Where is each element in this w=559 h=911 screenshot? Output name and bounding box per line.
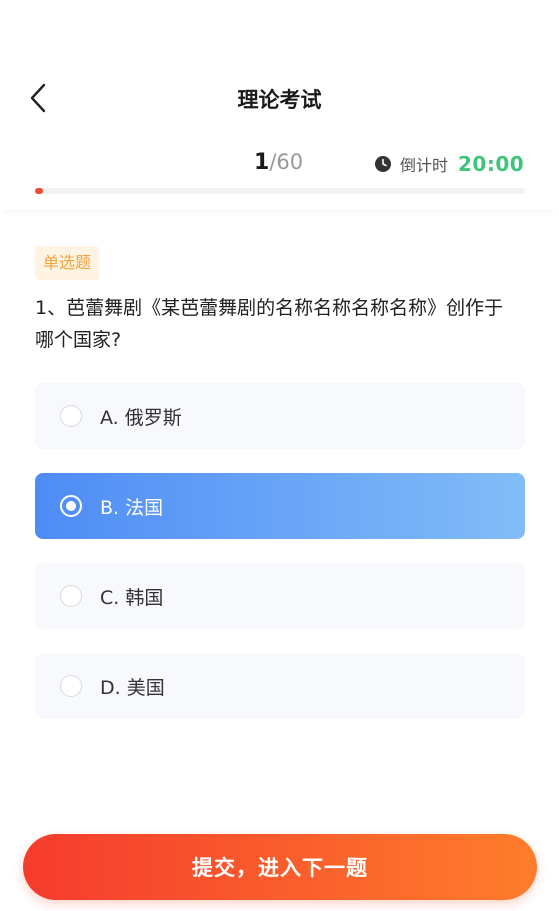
- option-d[interactable]: D. 美国: [35, 653, 525, 719]
- option-label: C. 韩国: [100, 586, 164, 609]
- option-c[interactable]: C. 韩国: [35, 563, 525, 629]
- countdown-timer: 倒计时 20:00: [374, 152, 524, 176]
- radio-icon: [60, 585, 82, 607]
- option-b[interactable]: B. 法国: [35, 473, 525, 539]
- question-text: 1、芭蕾舞剧《某芭蕾舞剧的名称名称名称名称》创作于哪个国家?: [35, 297, 504, 351]
- page-title: 理论考试: [237, 88, 322, 112]
- timer-value: 20:00: [458, 152, 525, 176]
- radio-icon: [60, 405, 82, 427]
- progress-area: 1/60 倒计时 20:00: [0, 130, 559, 210]
- option-label: B. 法国: [100, 496, 164, 519]
- submit-next-button[interactable]: 提交，进入下一题: [23, 834, 537, 900]
- progress-bar: [35, 188, 525, 194]
- nav-bar: 理论考试: [0, 70, 559, 126]
- radio-icon: [60, 675, 82, 697]
- timer-label: 倒计时: [400, 156, 449, 175]
- question-counter: 1/60: [254, 150, 303, 175]
- question-type-tag: 单选题: [35, 246, 100, 280]
- option-label: A. 俄罗斯: [100, 406, 182, 429]
- progress-bar-fill: [35, 188, 44, 194]
- clock-icon: [375, 156, 391, 172]
- option-label: D. 美国: [100, 676, 165, 699]
- total-questions: /60: [269, 150, 304, 174]
- option-a[interactable]: A. 俄罗斯: [35, 383, 525, 449]
- exam-page: 理论考试 1/60 倒计时 20:00 单选题 1、芭蕾舞剧《某芭蕾舞剧的名称名…: [0, 0, 559, 911]
- current-question-number: 1: [254, 150, 270, 175]
- radio-icon: [60, 495, 82, 517]
